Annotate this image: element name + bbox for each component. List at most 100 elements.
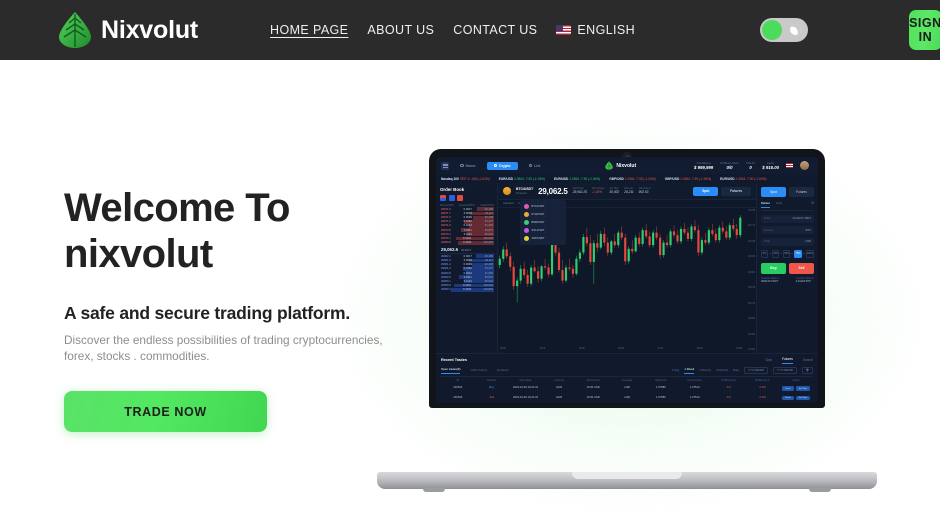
close-button[interactable]: Close [782, 386, 794, 391]
order-book-row[interactable]: 29059.8 0.1001 118,902 [440, 283, 494, 288]
nav-link-home-page[interactable]: HOME PAGE [270, 23, 348, 37]
ticker-pair: EUR/USD [498, 176, 514, 181]
sign-in-button[interactable]: SIGN IN [909, 10, 940, 50]
pair-mode-spot[interactable]: Spot [693, 186, 719, 196]
order-type-limit[interactable]: Limit [776, 201, 782, 208]
ob-mid-value: 29,062.5 [441, 247, 459, 253]
table-row[interactable]: 240534 Buy 2023-10-06 10:24:43 EUR 10.81… [441, 384, 813, 394]
ob-price: 29070.1 [441, 236, 451, 240]
dropdown-item[interactable]: XRP/USDT [522, 235, 564, 243]
sell-button[interactable]: Sell [789, 262, 814, 274]
trade-mode-futures[interactable]: Futures [789, 187, 814, 197]
orderbook-sell-icon[interactable] [457, 195, 463, 201]
ticker-change: -7.50 (-1.04%) [690, 176, 712, 181]
y-tick: 28,373 [747, 302, 755, 305]
orderbook-both-icon[interactable] [440, 195, 446, 201]
percent-75[interactable]: 75% [794, 249, 802, 258]
order-book-row[interactable]: 29069.8 0.1003 119,802 [440, 240, 494, 245]
ticker-item: EUR/USD 1.0564 -7.50 (-1.04%) [720, 177, 766, 181]
date-to-input[interactable]: YYYY-MM-DD [772, 366, 797, 374]
order-book-row[interactable]: 29060.8 0.0244 51,666 [440, 271, 494, 275]
order-book-row[interactable]: 29070.8 0.0311 59,870 [440, 228, 494, 233]
cell-actions: Close Set Stop [779, 393, 813, 403]
ticker-item: GBP/USD 1.0564 -7.50 (-1.04%) [609, 177, 655, 181]
trash-icon[interactable]: 🗑 [801, 366, 813, 374]
subtab-open-trades[interactable]: Open trades(6) [441, 367, 461, 374]
set-stop-button[interactable]: Set Stop [795, 386, 811, 391]
dropdown-item[interactable]: SOL/USDT [522, 227, 564, 235]
hamburger-icon[interactable] [441, 161, 449, 170]
order-book-row[interactable]: 29070.1 0.1001 118,902 [440, 236, 494, 241]
ob-price: 29071.7 [441, 211, 451, 215]
recent-trades-tab-spot[interactable]: Spot [766, 358, 773, 362]
order-book-row[interactable]: 29059.4 0.1003 119,802 [440, 287, 494, 292]
order-book-row[interactable]: 29060.1 0.1144 56,004 [440, 279, 494, 284]
ob-qty: 0.1001 [462, 284, 472, 288]
pair-selector[interactable]: BTC/USDT Perpetual [516, 187, 533, 194]
trade-mode-spot[interactable]: Spot [761, 187, 786, 197]
percent-100[interactable]: 100% [805, 249, 815, 258]
order-book-row[interactable]: 29071.0 0.0244 51,666 [440, 224, 494, 228]
ticker-change: -7.50 (-1.04%) [635, 176, 656, 181]
dropdown-item[interactable]: BTC/USDT [522, 202, 564, 210]
gear-icon[interactable]: ⚙ [811, 201, 814, 208]
recent-trades-top-tabs: Spot Futures Search [766, 357, 813, 364]
brand[interactable]: Nixvolut [58, 11, 198, 49]
pair-mode-futures[interactable]: Futures [721, 186, 751, 196]
language-selector[interactable]: ENGLISH [556, 23, 635, 37]
laptop-screen: Home Crypto List Nixvolut Total Balance … [436, 157, 818, 403]
percent-0[interactable]: 0% [761, 249, 769, 258]
subtab-order-history[interactable]: Order history [470, 368, 487, 372]
filter-1-months[interactable]: 1 Months [699, 368, 711, 372]
trade-now-button[interactable]: TRADE NOW [64, 391, 267, 432]
chart-tool-indicators[interactable]: Indicators [503, 202, 514, 205]
percent-50[interactable]: 50% [783, 249, 791, 258]
total-field[interactable]: Total USD [761, 237, 814, 246]
filter-1-day[interactable]: 1 Day [672, 368, 680, 372]
order-book-row[interactable]: 29071.7 0.0018 29,117 [440, 211, 494, 216]
recent-trades-tab-futures[interactable]: Futures [782, 357, 793, 364]
app-language-flag-icon[interactable] [786, 163, 793, 168]
amount-field[interactable]: Amount BTC [761, 226, 814, 234]
order-book-row[interactable]: 29061.9 0.0018 29,117 [440, 258, 494, 263]
app-tab-home[interactable]: Home [453, 162, 483, 170]
order-book-row[interactable]: 29061.2 0.0182 33,337 [440, 266, 494, 271]
market-ticker: Nasdaq 100 7857.5 -168 (-2.61%) EUR/USD … [436, 174, 818, 183]
percent-25[interactable]: 25% [772, 249, 780, 258]
order-book-row[interactable]: 29071.5 0.0099 20,298 [440, 215, 494, 220]
nav-link-contact-us[interactable]: CONTACT US [453, 23, 537, 37]
app-tab-list[interactable]: List [522, 162, 548, 170]
order-book-row[interactable]: 29061.4 0.0099 20,298 [440, 262, 494, 267]
pair-dropdown-menu[interactable]: BTC/USDT ETH/USDT BNB/USDT SOL/USDT XRP/… [520, 200, 566, 245]
order-book-view-icons[interactable] [440, 195, 494, 201]
order-type-market[interactable]: Market [761, 201, 770, 208]
stat-total-pl: Total P/L 0 [746, 162, 755, 170]
nav-link-about-us[interactable]: ABOUT US [367, 23, 434, 37]
col-open-date: Open Date [519, 378, 532, 382]
order-book-row[interactable]: 29071.9 0.0017 49,185 [440, 207, 494, 212]
dropdown-item[interactable]: ETH/USDT [522, 210, 564, 218]
order-book-row[interactable]: 29070.4 0.1144 56,004 [440, 232, 494, 237]
y-tick: 28,004 [747, 318, 755, 321]
filter-1-week[interactable]: 1 Week [684, 367, 695, 374]
order-book-row[interactable]: 29062.1 0.0017 49,185 [440, 254, 494, 259]
col-position: Position [487, 378, 497, 382]
candlestick-chart[interactable]: Indicators Compare Settings 4H/2020 BTC/… [498, 200, 756, 353]
ob-total: 49,185 [484, 254, 493, 258]
date-from-input[interactable]: YYYY-MM-DD [744, 366, 768, 374]
orderbook-buy-icon[interactable] [448, 195, 455, 201]
subtab-declined[interactable]: Declined [497, 368, 508, 372]
app-tab-crypto[interactable]: Crypto [486, 161, 518, 170]
buy-button[interactable]: Buy [761, 262, 786, 274]
theme-toggle[interactable] [760, 18, 809, 42]
set-stop-button[interactable]: Set Stop [795, 396, 811, 401]
dropdown-item[interactable]: BNB/USDT [522, 218, 564, 226]
order-book-row[interactable]: 29060.5 0.0311 59,870 [440, 275, 494, 280]
language-label[interactable]: ENGLISH [577, 23, 635, 37]
price-field[interactable]: Price 29,062.5 USDT [761, 214, 814, 223]
avatar[interactable] [800, 161, 809, 170]
table-row[interactable]: 240534 Sell 2023-10-06 10:24:43 EUR 10.8… [441, 393, 813, 403]
search-input[interactable]: Search [803, 358, 813, 362]
close-button[interactable]: Close [782, 396, 794, 401]
filter-3-months[interactable]: 3 Months [716, 368, 728, 372]
